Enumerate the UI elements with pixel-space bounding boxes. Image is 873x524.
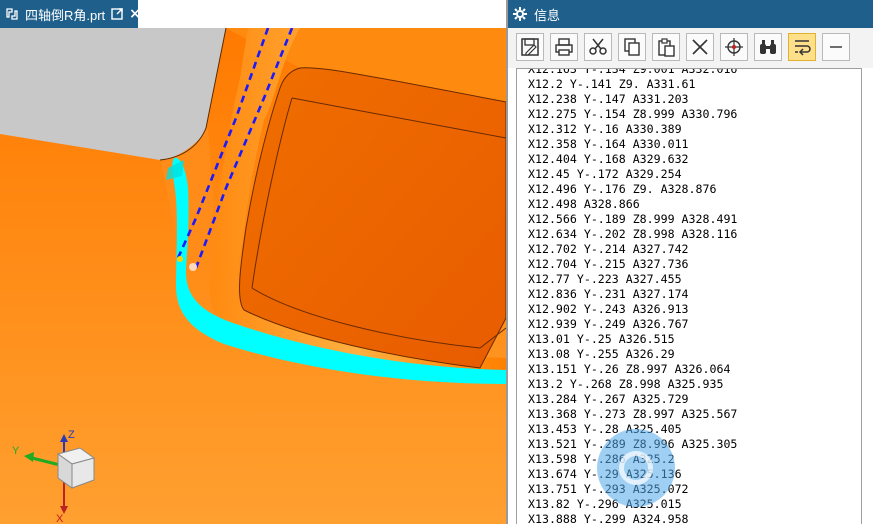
clear-button[interactable] (686, 33, 714, 61)
axis-triad: Z Y X (12, 429, 96, 524)
info-panel: 信息 X12.163 Y-.134 Z9.001 A332.016 X12.2 … (508, 0, 873, 524)
print-icon (555, 38, 573, 56)
locate-icon (725, 38, 743, 56)
clear-icon (692, 39, 708, 55)
find-button[interactable] (754, 33, 782, 61)
info-line: X12.902 Y-.243 A326.913 (528, 302, 689, 316)
info-line: X12.163 Y-.134 Z9.001 A332.016 (528, 68, 738, 76)
wrap-button[interactable] (788, 33, 816, 61)
info-line: X12.2 Y-.141 Z9. A331.61 (528, 77, 696, 91)
info-line: X13.368 Y-.273 Z8.997 A325.567 (528, 407, 738, 421)
info-line: X12.404 Y-.168 A329.632 (528, 152, 689, 166)
info-line: X13.888 Y-.299 A324.958 (528, 512, 689, 524)
info-text-area[interactable]: X12.163 Y-.134 Z9.001 A332.016 X12.2 Y-.1… (516, 68, 862, 524)
minimize-button[interactable] (822, 33, 850, 61)
axis-label-y: Y (12, 445, 20, 457)
info-panel-header: 信息 (508, 0, 873, 28)
axis-label-z: Z (68, 429, 75, 441)
info-line: X13.284 Y-.267 A325.729 (528, 392, 689, 406)
info-line: X12.496 Y-.176 Z9. A328.876 (528, 182, 717, 196)
cut-icon (589, 38, 607, 55)
wrap-icon (795, 40, 811, 56)
info-line: X13.151 Y-.26 Z8.997 A326.064 (528, 362, 731, 376)
paste-icon (658, 38, 675, 57)
print-button[interactable] (550, 33, 578, 61)
panel-title: 信息 (534, 7, 561, 23)
info-line: X12.566 Y-.189 Z8.999 A328.491 (528, 212, 738, 226)
info-line: X12.702 Y-.214 A327.742 (528, 242, 689, 256)
info-line: X12.238 Y-.147 A331.203 (528, 92, 689, 106)
watermark-logo (597, 429, 675, 507)
info-line: X12.77 Y-.223 A327.455 (528, 272, 682, 286)
gear-icon[interactable] (512, 6, 528, 22)
info-line: X12.275 Y-.154 Z8.999 A330.796 (528, 107, 738, 121)
info-line: X13.01 Y-.25 A326.515 (528, 332, 675, 346)
minimize-icon (830, 46, 842, 48)
copy-icon (624, 38, 640, 56)
tab-title: 四轴倒R角.prt (25, 7, 106, 23)
info-line: X12.498 A328.866 (528, 197, 640, 211)
tab-part-file[interactable]: 四轴倒R角.prt × (0, 0, 141, 28)
copy-button[interactable] (618, 33, 646, 61)
save-button[interactable] (516, 33, 544, 61)
document-tab-bar: 四轴倒R角.prt × (0, 0, 506, 29)
info-line: X13.2 Y-.268 Z8.998 A325.935 (528, 377, 724, 391)
axis-label-x: X (56, 513, 64, 524)
info-line: X12.704 Y-.215 A327.736 (528, 257, 689, 271)
info-line: X13.08 Y-.255 A326.29 (528, 347, 675, 361)
paste-button[interactable] (652, 33, 680, 61)
info-toolbar (508, 28, 873, 68)
info-line: X12.939 Y-.249 A326.767 (528, 317, 689, 331)
close-icon[interactable]: × (129, 6, 141, 22)
locate-button[interactable] (720, 33, 748, 61)
info-line: X12.836 Y-.231 A327.174 (528, 287, 689, 301)
info-line: X12.358 Y-.164 A330.011 (528, 137, 689, 151)
cut-button[interactable] (584, 33, 612, 61)
find-icon (760, 40, 776, 54)
save-icon (521, 38, 539, 56)
graphics-viewport[interactable]: Z Y X (0, 28, 506, 524)
info-line: X12.45 Y-.172 A329.254 (528, 167, 682, 181)
info-line: X12.312 Y-.16 A330.389 (528, 122, 682, 136)
part-file-icon (4, 6, 20, 22)
info-line: X12.634 Y-.202 Z8.998 A328.116 (528, 227, 738, 241)
undock-icon[interactable] (111, 8, 123, 20)
